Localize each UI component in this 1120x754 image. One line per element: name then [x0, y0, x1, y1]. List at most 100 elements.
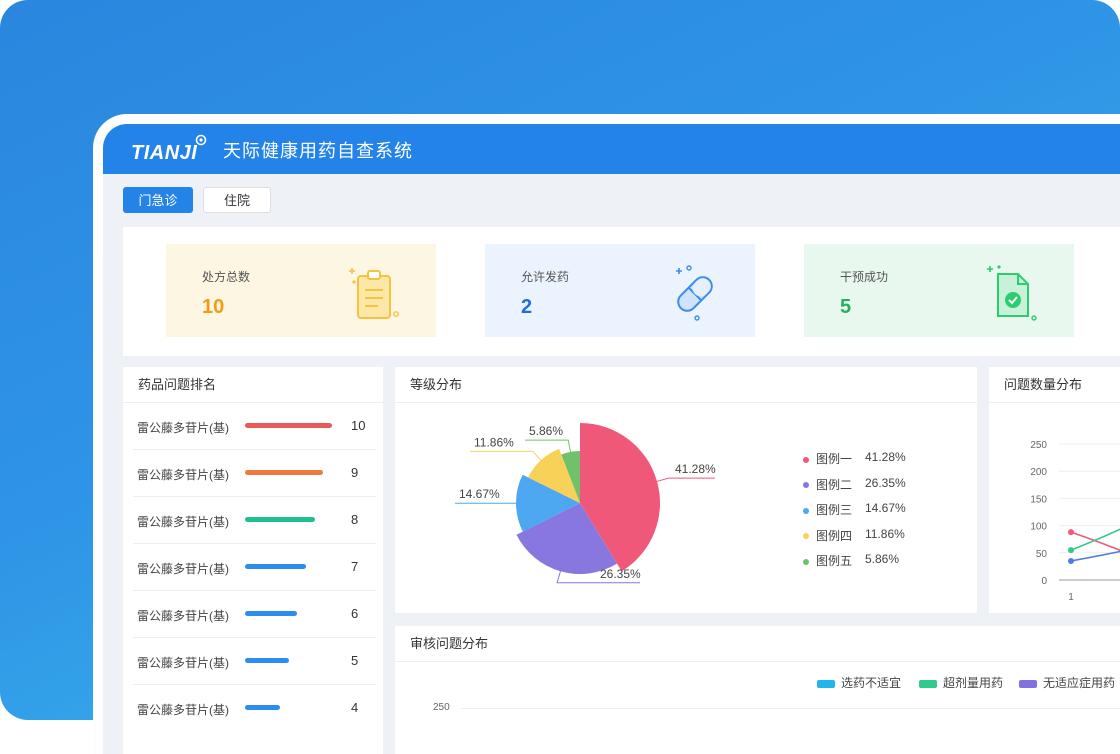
- issue-count: 5: [351, 653, 358, 668]
- pie-legend-item[interactable]: 图例一41.28%: [803, 450, 852, 467]
- drug-name: 雷公藤多苷片(基): [137, 701, 229, 718]
- ranking-row[interactable]: 雷公藤多苷片(基) 5: [133, 638, 376, 685]
- line-point[interactable]: [1068, 529, 1074, 535]
- app-title: 天际健康用药自查系统: [223, 137, 413, 163]
- clipboard-icon: [344, 260, 408, 324]
- ranking-row[interactable]: 雷公藤多苷片(基) 9: [133, 450, 376, 497]
- pie-slice-label: 5.86%: [529, 424, 563, 438]
- ranking-bar: [245, 611, 297, 616]
- legend-name: 图例五: [816, 554, 852, 568]
- ranking-bar: [245, 564, 306, 569]
- tab-bar: 门急诊 住院: [123, 187, 271, 213]
- legend-overdose[interactable]: 超剂量用药: [919, 674, 1003, 691]
- drug-name: 雷公藤多苷片(基): [137, 466, 229, 483]
- legend-dot: [803, 559, 809, 565]
- legend-dot: [803, 508, 809, 514]
- pie-slice-label: 11.86%: [474, 435, 514, 449]
- legend-percent: 26.35%: [865, 476, 906, 490]
- ranking-bar: [245, 705, 280, 710]
- issue-count-distribution-panel: 问题数量分布 2502001501005001: [989, 367, 1120, 613]
- svg-text:TIANJI: TIANJI: [131, 142, 197, 164]
- pie-leader-line: [470, 451, 544, 463]
- issue-count: 4: [351, 700, 358, 715]
- panel-title: 问题数量分布: [989, 367, 1120, 403]
- gridline: [461, 708, 1120, 709]
- x-tick-label: 1: [1068, 592, 1074, 603]
- stat-card-intervention-success: 干预成功 5: [804, 244, 1074, 337]
- pie-legend-item[interactable]: 图例二26.35%: [803, 476, 852, 493]
- legend-percent: 5.86%: [865, 552, 899, 566]
- pie-slice-label: 26.35%: [600, 567, 641, 581]
- ranking-row[interactable]: 雷公藤多苷片(基) 4: [133, 685, 376, 731]
- legend-swatch: [817, 680, 835, 688]
- stat-value: 2: [521, 296, 532, 319]
- tab-outpatient-emergency[interactable]: 门急诊: [123, 187, 193, 213]
- y-tick-label: 0: [1041, 576, 1047, 587]
- drug-name: 雷公藤多苷片(基): [137, 654, 229, 671]
- pie-slice-label: 14.67%: [459, 487, 500, 501]
- legend-label: 无适应症用药: [1043, 676, 1115, 690]
- drug-name: 雷公藤多苷片(基): [137, 560, 229, 577]
- pie-leader-line: [653, 478, 715, 482]
- legend-percent: 41.28%: [865, 450, 906, 464]
- legend-swatch: [1019, 680, 1037, 688]
- drug-issue-ranking-panel: 药品问题排名 雷公藤多苷片(基)10雷公藤多苷片(基)9雷公藤多苷片(基)8雷公…: [123, 367, 383, 754]
- issue-count: 9: [351, 465, 358, 480]
- line-point[interactable]: [1068, 547, 1074, 553]
- ranking-bar: [245, 470, 323, 475]
- issue-count: 7: [351, 559, 358, 574]
- panel-title: 药品问题排名: [123, 367, 383, 403]
- ranking-bar: [245, 517, 315, 522]
- pie-slice-label: 41.28%: [675, 462, 716, 476]
- legend-name: 图例四: [816, 529, 852, 543]
- legend-percent: 11.86%: [865, 527, 905, 541]
- line-series[interactable]: [1071, 532, 1120, 558]
- issue-count: 6: [351, 606, 358, 621]
- legend-inappropriate-drug[interactable]: 选药不适宜: [817, 674, 901, 691]
- ranking-row[interactable]: 雷公藤多苷片(基) 8: [133, 497, 376, 544]
- issue-count: 8: [351, 512, 358, 527]
- app-header: TIANJI 天际健康用药自查系统: [103, 124, 1120, 174]
- ranking-row[interactable]: 雷公藤多苷片(基) 6: [133, 591, 376, 638]
- ranking-row[interactable]: 雷公藤多苷片(基) 7: [133, 544, 376, 591]
- line-series[interactable]: [1071, 547, 1120, 561]
- legend-percent: 14.67%: [865, 501, 906, 515]
- drug-name: 雷公藤多苷片(基): [137, 419, 229, 436]
- stat-label: 干预成功: [840, 268, 888, 285]
- legend-name: 图例一: [816, 452, 852, 466]
- legend-label: 超剂量用药: [943, 676, 1003, 690]
- ranking-bar: [245, 423, 332, 428]
- drug-name: 雷公藤多苷片(基): [137, 513, 229, 530]
- pie-legend-item[interactable]: 图例五5.86%: [803, 552, 852, 569]
- stat-label: 处方总数: [202, 268, 250, 285]
- panel-title: 等级分布: [395, 367, 977, 403]
- tianji-logo: TIANJI: [129, 132, 209, 166]
- issue-count: 10: [351, 418, 365, 433]
- document-check-icon: [982, 260, 1046, 324]
- y-tick-label: 250: [433, 702, 450, 713]
- legend-label: 选药不适宜: [841, 676, 901, 690]
- legend-dot: [803, 482, 809, 488]
- legend-name: 图例二: [816, 478, 852, 492]
- line-point[interactable]: [1068, 558, 1074, 564]
- stat-value: 10: [202, 296, 224, 319]
- pie-legend-item[interactable]: 图例三14.67%: [803, 501, 852, 518]
- line-chart: 2502001501005001: [989, 403, 1120, 613]
- audit-issue-distribution-panel: 审核问题分布 选药不适宜 超剂量用药 无适应症用药 250: [395, 626, 1120, 754]
- stats-panel: 处方总数 10 允许发药 2: [123, 227, 1120, 356]
- pie-legend-item[interactable]: 图例四11.86%: [803, 527, 852, 544]
- grade-distribution-panel: 等级分布 41.28%26.35%14.67%11.86%5.86% 图例一41…: [395, 367, 977, 613]
- pill-icon: [663, 260, 727, 324]
- stat-value: 5: [840, 296, 851, 319]
- legend-swatch: [919, 680, 937, 688]
- legend-no-indication[interactable]: 无适应症用药: [1019, 674, 1115, 691]
- ranking-bar: [245, 658, 289, 663]
- tab-inpatient[interactable]: 住院: [203, 187, 271, 213]
- ranking-row[interactable]: 雷公藤多苷片(基) 10: [133, 403, 376, 450]
- y-tick-label: 150: [1030, 494, 1047, 505]
- drug-name: 雷公藤多苷片(基): [137, 607, 229, 624]
- panel-title: 审核问题分布: [395, 626, 1120, 662]
- stat-card-prescriptions: 处方总数 10: [166, 244, 436, 337]
- app-window: TIANJI 天际健康用药自查系统 门急诊 住院 处方总数 10 允许发: [93, 114, 1120, 754]
- stat-label: 允许发药: [521, 268, 569, 285]
